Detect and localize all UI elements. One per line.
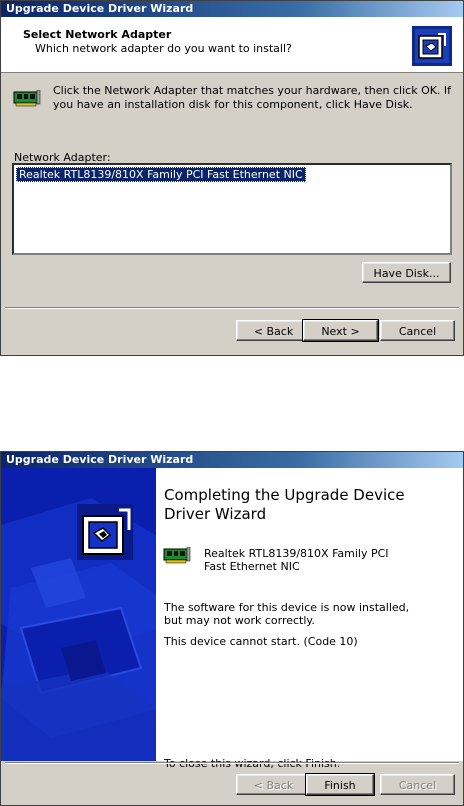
status-message: The software for this device is now inst… xyxy=(164,601,410,627)
cancel-button[interactable]: Cancel xyxy=(380,320,455,341)
divider xyxy=(5,762,459,764)
header-subtitle: Which network adapter do you want to ins… xyxy=(35,42,292,55)
list-item[interactable]: Realtek RTL8139/810X Family PCI Fast Eth… xyxy=(16,167,306,182)
network-adapter-icon xyxy=(163,547,191,564)
completing-wizard-window: Upgrade Device Driver Wizard Completing … xyxy=(0,451,464,806)
error-code-message: This device cannot start. (Code 10) xyxy=(164,635,358,648)
wizard-content: Completing the Upgrade Device Driver Wiz… xyxy=(156,468,463,770)
wizard-header: Select Network Adapter Which network ada… xyxy=(1,17,463,73)
wizard-hardware-icon xyxy=(412,26,452,66)
window-title: Upgrade Device Driver Wizard xyxy=(6,453,194,466)
network-adapter-list[interactable]: Realtek RTL8139/810X Family PCI Fast Eth… xyxy=(12,163,452,255)
next-button[interactable]: Next > xyxy=(302,319,379,342)
window-title-bar[interactable]: Upgrade Device Driver Wizard xyxy=(1,1,463,17)
page-title: Completing the Upgrade Device Driver Wiz… xyxy=(164,486,405,523)
have-disk-button[interactable]: Have Disk... xyxy=(362,262,451,283)
header-title: Select Network Adapter xyxy=(23,28,172,41)
window-title: Upgrade Device Driver Wizard xyxy=(6,2,194,15)
window-title-bar[interactable]: Upgrade Device Driver Wizard xyxy=(1,452,463,468)
finish-button[interactable]: Finish xyxy=(305,773,375,796)
network-adapter-icon xyxy=(13,90,41,107)
wizard-hardware-icon xyxy=(77,504,133,560)
cancel-button[interactable]: Cancel xyxy=(380,774,455,795)
device-name: Realtek RTL8139/810X Family PCI Fast Eth… xyxy=(204,547,389,573)
instructions-text: Click the Network Adapter that matches y… xyxy=(53,84,452,111)
select-adapter-window: Upgrade Device Driver Wizard Select Netw… xyxy=(0,0,464,356)
back-button[interactable]: < Back xyxy=(236,774,311,795)
back-button[interactable]: < Back xyxy=(236,320,311,341)
wizard-side-panel xyxy=(1,468,156,761)
divider xyxy=(5,307,459,309)
